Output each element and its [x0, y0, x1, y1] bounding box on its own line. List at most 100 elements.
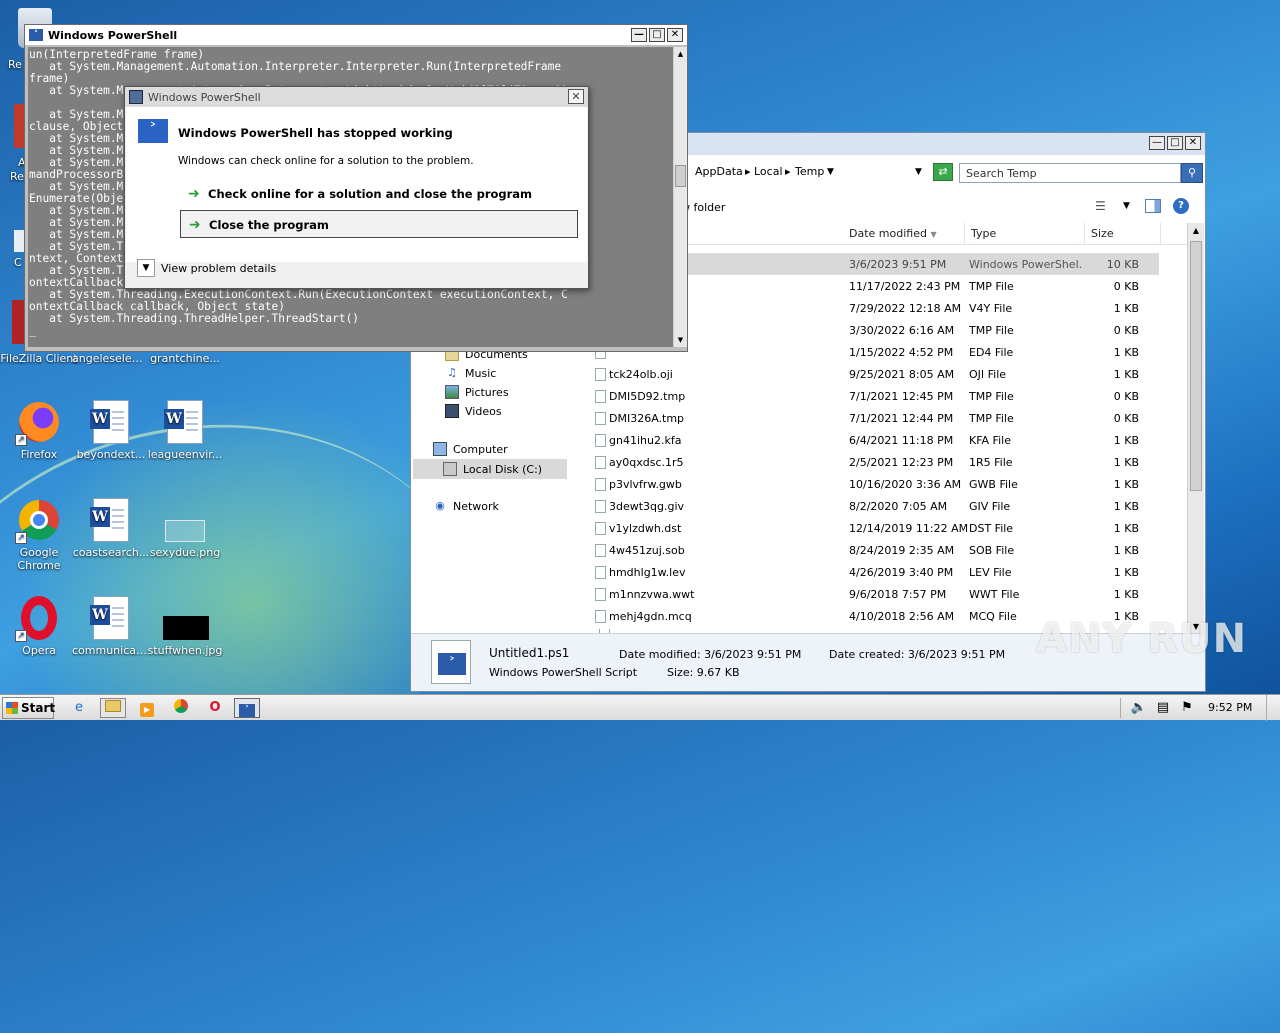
tray-divider [1120, 698, 1121, 718]
scroll-thumb[interactable] [675, 165, 686, 187]
details-date-created: Date created: 3/6/2023 9:51 PM [829, 648, 1006, 661]
view-details-toggle[interactable]: ▼ View problem details [137, 259, 276, 277]
search-icon[interactable]: ⚲ [1181, 163, 1203, 183]
file-row[interactable]: tck24olb.oji 9/25/2021 8:05 AM OJI File 1 K… [591, 363, 1159, 385]
speaker-icon[interactable]: 🔈 [1126, 698, 1152, 718]
file-row[interactable]: 4w451zuj.sob 8/24/2019 2:35 AM SOB File 1 K… [591, 539, 1159, 561]
file-row[interactable]: 3dewt3qg.giv 8/2/2020 7:05 AM GIV File 1 KB [591, 495, 1159, 517]
ie-icon[interactable]: e [66, 698, 92, 718]
column-size[interactable]: Size [1085, 223, 1161, 245]
close-button[interactable]: ✕ [1185, 136, 1201, 150]
file-icon [595, 456, 606, 469]
error-dialog[interactable]: Windows PowerShell ✕ ˃ Windows PowerShel… [124, 86, 589, 289]
show-desktop-button[interactable] [1266, 695, 1280, 721]
taskbar: Start e ▶ O ˃ 🔈 ▤ ⚑ 9:52 PM [0, 694, 1280, 721]
desktop-icon-doc[interactable]: coastsearch... [72, 498, 150, 559]
dialog-message: Windows can check online for a solution … [178, 155, 474, 167]
view-options-icon[interactable]: ☰ [1095, 199, 1106, 213]
action-center-flag-icon[interactable]: ⚑ [1174, 698, 1200, 718]
powershell-taskbar-icon[interactable]: ˃ [234, 698, 260, 718]
nav-item-local-disk[interactable]: Local Disk (C:) [413, 459, 567, 479]
address-dropdown-icon[interactable]: ▼ [915, 167, 922, 177]
column-date-modified[interactable]: Date modified ▼ [843, 223, 965, 245]
nav-item-videos[interactable]: Videos [445, 404, 502, 418]
chevron-right-icon[interactable]: ▸ [745, 165, 751, 178]
powershell-icon [129, 90, 143, 104]
nav-item-network[interactable]: ◉ Network [433, 499, 499, 513]
breadcrumb-item[interactable]: Local [754, 165, 783, 178]
desktop-icon-doc[interactable]: beyondext... [72, 400, 150, 461]
file-size: 1 KB [1113, 588, 1139, 601]
scroll-up-icon[interactable]: ▲ [674, 47, 687, 61]
check-online-button[interactable]: ➜ Check online for a solution and close … [180, 180, 578, 208]
clock[interactable]: 9:52 PM [1208, 701, 1252, 714]
explorer-icon[interactable] [100, 698, 126, 718]
desktop-icon-opera[interactable]: ↗ Opera [0, 596, 78, 657]
close-button[interactable]: ✕ [568, 89, 584, 104]
desktop-icon-doc[interactable]: communicati... [72, 596, 150, 657]
dialog-titlebar[interactable]: Windows PowerShell ✕ [125, 87, 588, 107]
chrome-icon: ↗ [15, 498, 61, 544]
minimize-button[interactable]: — [1149, 136, 1165, 150]
chevron-right-icon[interactable]: ▸ [785, 165, 791, 178]
media-player-icon[interactable]: ▶ [134, 698, 160, 718]
file-row[interactable]: DMI326A.tmp 7/1/2021 12:44 PM TMP File 0 KB [591, 407, 1159, 429]
file-icon [595, 588, 606, 601]
refresh-icon[interactable]: ⇄ [933, 163, 953, 181]
help-icon[interactable]: ? [1173, 198, 1189, 214]
nav-item-music[interactable]: ♫ Music [445, 366, 496, 380]
file-icon [595, 478, 606, 491]
file-type: GIV File [969, 500, 1011, 513]
chevron-down-icon[interactable]: ▼ [827, 167, 834, 177]
breadcrumb-item[interactable]: Temp [795, 165, 824, 178]
powershell-titlebar[interactable]: ˃ Windows PowerShell — □ ✕ [25, 25, 687, 45]
chrome-icon[interactable] [168, 698, 194, 718]
nav-item-computer[interactable]: Computer [433, 442, 508, 456]
file-name: mehj4gdn.mcq [609, 610, 692, 623]
scroll-down-icon[interactable]: ▼ [674, 333, 687, 347]
file-row[interactable]: DMI5D92.tmp 7/1/2021 12:45 PM TMP File 0 KB [591, 385, 1159, 407]
close-program-button[interactable]: ➜ Close the program [180, 210, 578, 238]
column-label: Size [1091, 227, 1114, 240]
column-type[interactable]: Type [965, 223, 1085, 245]
breadcrumb-item[interactable]: AppData [695, 165, 743, 178]
file-date: 6/4/2021 11:18 PM [849, 434, 954, 447]
file-row[interactable]: ay0qxdsc.1r5 2/5/2021 12:23 PM 1R5 File 1 K… [591, 451, 1159, 473]
desktop-icon-image[interactable]: stuffwhen.jpg [146, 596, 224, 657]
file-name: 4w451zuj.sob [609, 544, 685, 557]
desktop-icon-image[interactable]: sexydue.png [146, 498, 224, 559]
details-date-modified: Date modified: 3/6/2023 9:51 PM [619, 648, 802, 661]
preview-pane-icon[interactable] [1145, 199, 1161, 213]
minimize-button[interactable]: — [631, 28, 647, 42]
start-button[interactable]: Start [2, 697, 55, 719]
file-row[interactable]: p3vlvfrw.gwb 10/16/2020 3:36 AM GWB File 1 … [591, 473, 1159, 495]
file-row[interactable]: gn41ihu2.kfa 6/4/2021 11:18 PM KFA File 1 K… [591, 429, 1159, 451]
vertical-scrollbar[interactable]: ▲ ▼ [1187, 223, 1204, 635]
desktop-icon-doc[interactable]: angeleselem... [72, 352, 150, 365]
file-row[interactable]: m1nnzvwa.wwt 9/6/2018 7:57 PM WWT File 1 KB [591, 583, 1159, 605]
nav-item-pictures[interactable]: Pictures [445, 385, 509, 399]
nav-item-label: Pictures [465, 385, 509, 399]
network-tray-icon[interactable]: ▤ [1150, 698, 1176, 718]
file-icon [595, 610, 606, 623]
desktop-icon-filezilla[interactable]: FileZilla Client [0, 352, 78, 365]
search-input[interactable]: Search Temp [959, 163, 1181, 183]
desktop-icon-firefox[interactable]: ↗ Firefox [0, 400, 78, 461]
file-row[interactable]: hmdhlg1w.lev 4/26/2019 3:40 PM LEV File 1 K… [591, 561, 1159, 583]
file-type: TMP File [969, 390, 1014, 403]
maximize-button[interactable]: □ [1167, 136, 1183, 150]
desktop-icon-chrome[interactable]: ↗ Google Chrome [0, 498, 78, 572]
file-row[interactable]: v1ylzdwh.dst 12/14/2019 11:22 AM DST File 1… [591, 517, 1159, 539]
file-size: 1 KB [1113, 368, 1139, 381]
opera-icon[interactable]: O [202, 698, 228, 718]
close-button[interactable]: ✕ [667, 28, 683, 42]
navigation-pane: Documents ♫ Music Pictures Videos Compute… [411, 343, 573, 635]
file-name: DMI5D92.tmp [609, 390, 686, 403]
desktop-icon-doc[interactable]: grantchine... [146, 352, 224, 365]
scroll-thumb[interactable] [1190, 241, 1202, 491]
scroll-up-icon[interactable]: ▲ [1188, 223, 1204, 239]
desktop-icon-doc[interactable]: leagueenvir... [146, 400, 224, 461]
vertical-scrollbar[interactable]: ▲ ▼ [673, 47, 687, 347]
maximize-button[interactable]: □ [649, 28, 665, 42]
chevron-down-icon[interactable]: ▼ [1123, 201, 1130, 211]
